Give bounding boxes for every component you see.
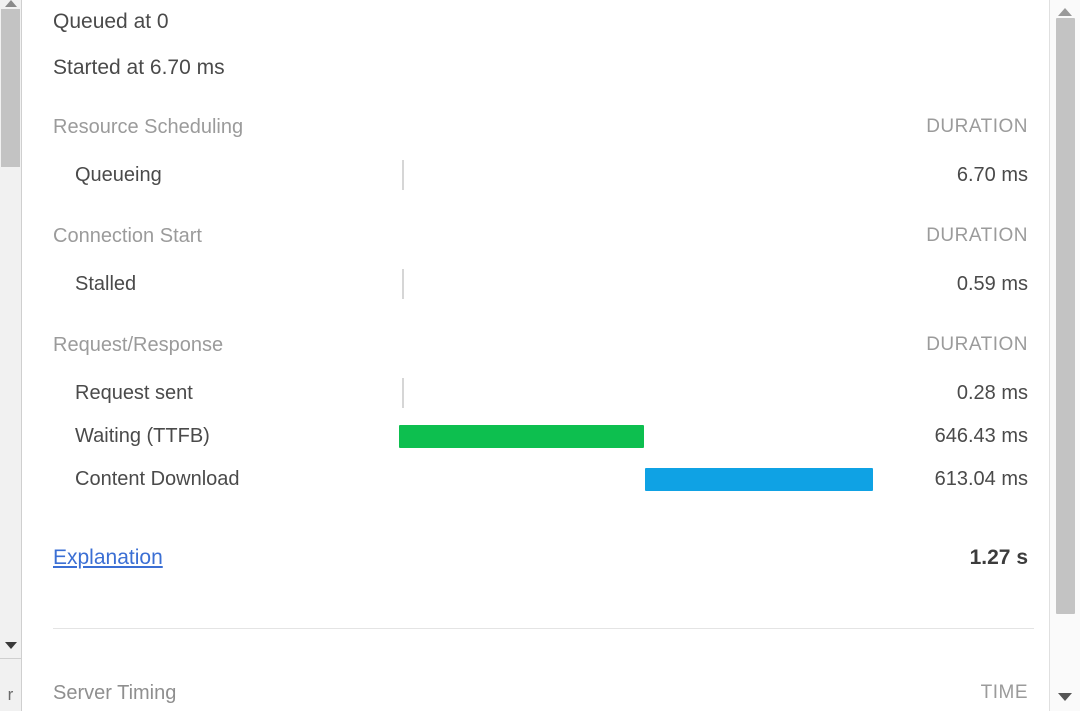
row-duration: 0.59 ms [956, 273, 1028, 295]
waiting-ttfb-bar [399, 425, 644, 448]
outer-scrollbar-down-arrow-icon[interactable] [0, 636, 21, 654]
outer-panel-clipped-text: r [7, 685, 14, 704]
table-row[interactable]: Queueing 6.70 ms [23, 160, 1048, 203]
explanation-row: Explanation 1.27 s [23, 543, 1048, 583]
row-label: Stalled [75, 273, 137, 295]
row-duration: 646.43 ms [934, 425, 1028, 447]
table-row[interactable]: Stalled 0.59 ms [23, 269, 1048, 312]
server-timing-row: Server Timing TIME [23, 678, 1048, 711]
pane-scrollbar-thumb[interactable] [1056, 18, 1075, 614]
timing-panel-frame: r Queued at 0 Started at 6.70 ms Resourc… [0, 0, 1080, 711]
request-timing-content: Queued at 0 Started at 6.70 ms Resource … [23, 0, 1048, 711]
triangle-up-icon [1058, 8, 1072, 16]
row-bar-track [353, 464, 873, 494]
section-header-connection-start: Connection Start DURATION [23, 221, 1048, 269]
section-title: Request/Response [53, 334, 224, 356]
content-download-bar [645, 468, 873, 491]
row-label: Waiting (TTFB) [75, 425, 210, 447]
section-header-request-response: Request/Response DURATION [23, 330, 1048, 378]
outer-vertical-scrollbar[interactable]: r [0, 0, 22, 711]
row-bar-track [353, 160, 858, 190]
row-bar-track [353, 269, 858, 299]
table-row[interactable]: Request sent 0.28 ms [23, 378, 1048, 421]
timing-tick-marker [402, 269, 404, 299]
outer-scrollbar-up-arrow-icon[interactable] [0, 0, 21, 9]
pane-vertical-scrollbar[interactable] [1049, 0, 1080, 711]
section-column-header: DURATION [926, 334, 1028, 355]
section-column-header: DURATION [926, 116, 1028, 137]
row-label: Content Download [75, 468, 240, 490]
table-row[interactable]: Content Download 613.04 ms [23, 464, 1048, 507]
timing-tick-marker [402, 378, 404, 408]
section-title: Connection Start [53, 225, 202, 247]
row-duration: 0.28 ms [956, 382, 1028, 404]
section-column-header: DURATION [926, 225, 1028, 246]
triangle-down-icon [1058, 693, 1072, 701]
section-divider [53, 628, 1034, 629]
row-bar-track [353, 378, 858, 408]
triangle-down-icon [4, 641, 17, 649]
triangle-up-icon [4, 0, 17, 7]
row-bar-track [353, 421, 858, 451]
row-duration: 6.70 ms [956, 164, 1028, 186]
row-duration: 613.04 ms [934, 468, 1028, 490]
outer-scrollbar-divider [0, 658, 21, 659]
row-label: Queueing [75, 164, 162, 186]
pane-scrollbar-down-arrow-icon[interactable] [1050, 689, 1080, 705]
timing-tick-marker [402, 160, 404, 190]
table-row[interactable]: Waiting (TTFB) 646.43 ms [23, 421, 1048, 464]
total-duration-value: 1.27 s [969, 546, 1028, 569]
section-title: Resource Scheduling [53, 116, 244, 138]
row-label: Request sent [75, 382, 193, 404]
request-timing-pane: Queued at 0 Started at 6.70 ms Resource … [23, 0, 1048, 711]
server-timing-label: Server Timing [53, 682, 177, 704]
section-header-resource-scheduling: Resource Scheduling DURATION [23, 112, 1048, 160]
started-at-text: Started at 6.70 ms [53, 56, 225, 79]
timing-breakdown-table: Resource Scheduling DURATION Queueing 6.… [23, 112, 1048, 507]
explanation-link[interactable]: Explanation [53, 543, 163, 573]
queued-at-text: Queued at 0 [53, 10, 169, 33]
server-timing-column-header: TIME [980, 682, 1028, 703]
outer-scrollbar-thumb[interactable] [1, 9, 20, 167]
